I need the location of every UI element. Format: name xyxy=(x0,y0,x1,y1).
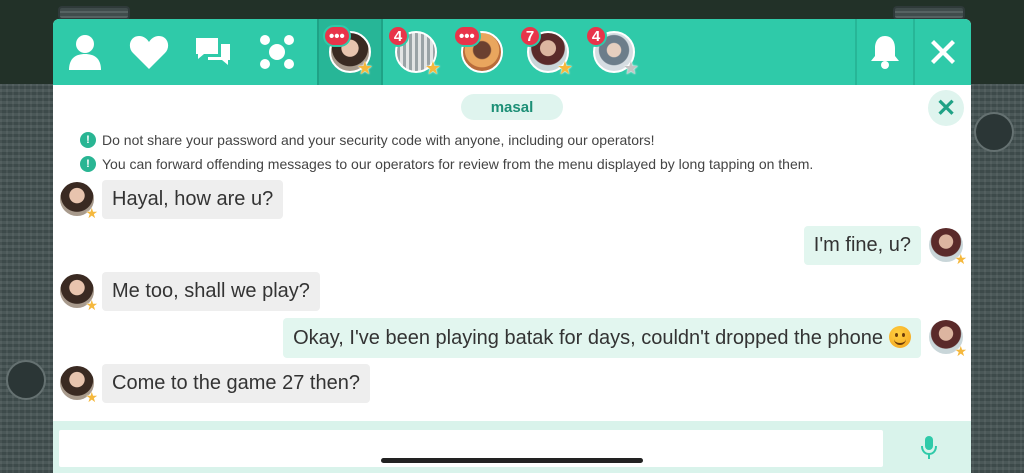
topbar-actions xyxy=(855,19,971,85)
star-icon: ★ xyxy=(954,343,967,359)
avatar: ★ xyxy=(929,320,967,359)
close-icon: ✕ xyxy=(935,94,957,122)
messages-button[interactable] xyxy=(181,19,245,85)
message-bubble[interactable]: Me too, shall we play? xyxy=(102,272,320,311)
conversation-tab-1[interactable]: ••• ★ xyxy=(317,19,383,85)
notice-text: You can forward offending messages to ou… xyxy=(102,156,814,172)
profile-icon xyxy=(69,35,101,70)
notifications-button[interactable] xyxy=(855,19,913,85)
typing-badge: ••• xyxy=(323,25,351,47)
avatar: ★ xyxy=(60,181,98,221)
microphone-icon[interactable] xyxy=(921,436,937,460)
unread-badge: 4 xyxy=(387,25,409,47)
close-icon xyxy=(931,40,955,64)
message-bubble[interactable]: Come to the game 27 then? xyxy=(102,364,370,403)
smiley-emoji-icon xyxy=(889,326,911,348)
conversation-tab-4[interactable]: 7 ★ xyxy=(515,19,581,85)
message-row: ★ Come to the game 27 then? xyxy=(60,364,370,405)
conversation-strip: ••• ★ 4 ★ ••• 7 ★ 4 ★ xyxy=(317,19,647,85)
message-input-bar xyxy=(53,421,971,473)
card-emblem xyxy=(974,112,1014,152)
avatar: ★ xyxy=(60,365,98,405)
star-icon: ★ xyxy=(85,296,98,313)
message-row: I'm fine, u? ★ xyxy=(803,226,967,267)
chat-topbar: ••• ★ 4 ★ ••• 7 ★ 4 ★ xyxy=(53,19,971,85)
message-row: ★ Me too, shall we play? xyxy=(60,272,320,313)
unread-badge: 7 xyxy=(519,25,541,47)
friends-group-icon xyxy=(260,35,294,69)
favorites-button[interactable] xyxy=(117,19,181,85)
security-notice: ! Do not share your password and your se… xyxy=(80,132,655,148)
message-row: Okay, I've been playing batak for days, … xyxy=(283,318,967,359)
info-icon: ! xyxy=(80,132,96,148)
conversation-tab-5[interactable]: 4 ★ xyxy=(581,19,647,85)
chat-username: masal xyxy=(461,94,563,120)
message-bubble[interactable]: I'm fine, u? xyxy=(803,226,921,265)
avatar: ★ xyxy=(60,273,98,313)
home-indicator[interactable] xyxy=(381,458,643,463)
message-row: ★ Hayal, how are u? xyxy=(60,180,284,221)
star-icon: ★ xyxy=(424,58,441,78)
star-icon: ★ xyxy=(556,58,573,78)
bell-icon xyxy=(871,36,899,69)
close-chat-button[interactable] xyxy=(913,19,971,85)
star-icon: ★ xyxy=(85,388,98,405)
card-emblem xyxy=(6,360,46,400)
heart-icon xyxy=(129,36,169,69)
chat-window: ••• ★ 4 ★ ••• 7 ★ 4 ★ masal ✕ ! Do not s… xyxy=(53,19,971,473)
security-notice: ! You can forward offending messages to … xyxy=(80,156,813,172)
star-icon: ★ xyxy=(356,58,373,78)
chat-bubbles-icon xyxy=(196,38,230,65)
profile-button[interactable] xyxy=(53,19,117,85)
card-back xyxy=(58,6,130,20)
notice-text: Do not share your password and your secu… xyxy=(102,132,655,148)
star-icon: ★ xyxy=(622,58,639,78)
chat-body: masal ✕ ! Do not share your password and… xyxy=(53,85,971,473)
conversation-tab-3[interactable]: ••• xyxy=(449,19,515,85)
close-conversation-button[interactable]: ✕ xyxy=(928,90,964,126)
message-bubble[interactable]: Hayal, how are u? xyxy=(102,180,284,219)
star-icon: ★ xyxy=(85,204,98,221)
avatar: ★ xyxy=(929,227,967,267)
typing-badge: ••• xyxy=(453,25,481,47)
conversation-tab-2[interactable]: 4 ★ xyxy=(383,19,449,85)
unread-badge: 4 xyxy=(585,25,607,47)
message-text: Okay, I've been playing batak for days, … xyxy=(293,327,883,349)
star-icon: ★ xyxy=(954,250,967,267)
card-back xyxy=(893,6,965,20)
friends-button[interactable] xyxy=(245,19,309,85)
message-bubble[interactable]: Okay, I've been playing batak for days, … xyxy=(283,318,921,358)
info-icon: ! xyxy=(80,156,96,172)
